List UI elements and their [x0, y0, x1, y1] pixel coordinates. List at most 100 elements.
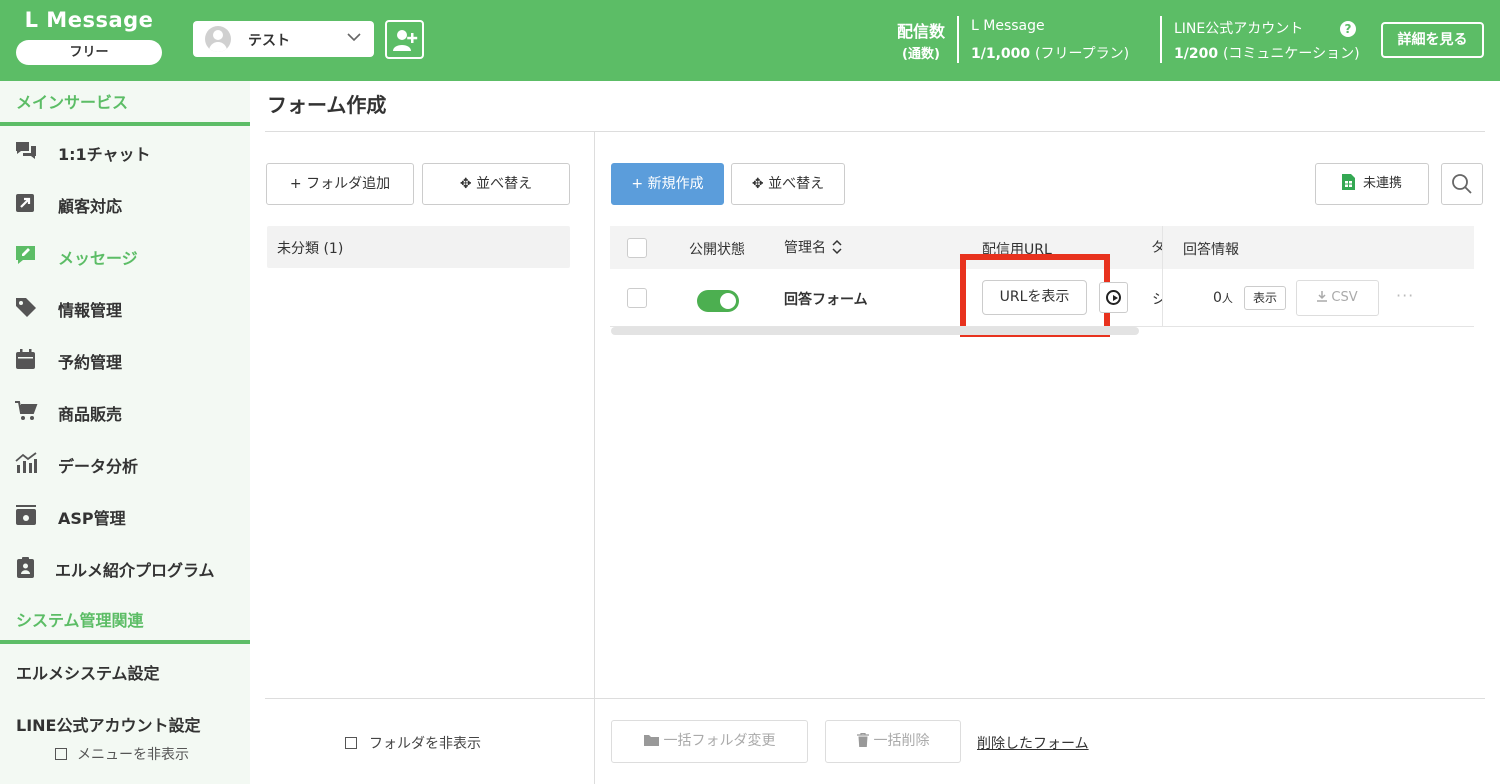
sidebar-item-label: 情報管理 — [58, 301, 123, 320]
sidebar-item-info[interactable]: 情報管理 — [0, 285, 250, 329]
detail-button[interactable]: 詳細を見る — [1381, 22, 1484, 58]
hide-folders-button[interactable]: フォルダを非表示 — [345, 733, 481, 753]
sidebar-item-line-settings[interactable]: LINE公式アカウント設定 — [16, 712, 200, 736]
download-icon — [1317, 291, 1328, 302]
move-icon: ✥ — [751, 176, 769, 192]
sidebar-item-sales[interactable]: 商品販売 — [0, 389, 250, 433]
sidebar-item-customer-support[interactable]: 顧客対応 — [0, 181, 250, 225]
chart-icon — [15, 452, 37, 473]
spreadsheet-link-button[interactable]: 未連携 — [1315, 163, 1429, 205]
bulk-folder-change-button[interactable]: 一括フォルダ変更 — [611, 720, 808, 763]
hide-menu-label: メニューを非表示 — [77, 747, 189, 763]
sidebar-item-label: 商品販売 — [58, 405, 123, 424]
cart-icon — [15, 401, 38, 420]
more-menu-button[interactable]: ··· — [1396, 286, 1414, 305]
horizontal-scrollbar[interactable] — [611, 327, 1139, 335]
sidebar-item-asp[interactable]: ASP管理 — [0, 493, 250, 537]
divider — [265, 131, 1485, 132]
line-usage: 1/200 (コミュニケーション) — [1174, 43, 1360, 63]
line-count: 1/200 — [1174, 46, 1219, 62]
bulk-delete-label: 一括削除 — [873, 733, 930, 749]
deleted-forms-link[interactable]: 削除したフォーム — [977, 733, 1089, 753]
publish-toggle[interactable] — [697, 290, 739, 312]
csv-download-button[interactable]: CSV — [1296, 280, 1379, 316]
page-title: フォーム作成 — [267, 93, 387, 117]
add-user-button[interactable] — [385, 20, 424, 59]
select-all-checkbox[interactable] — [627, 238, 647, 258]
search-button[interactable] — [1441, 163, 1483, 205]
column-header-answers: 回答情報 — [1183, 242, 1239, 258]
sidebar-item-label: メッセージ — [58, 249, 138, 268]
sidebar-item-chat[interactable]: 1:1チャット — [0, 129, 250, 173]
add-folder-button[interactable]: + フォルダ追加 — [266, 163, 414, 205]
new-form-button[interactable]: + 新規作成 — [611, 163, 724, 205]
column-name-label: 管理名 — [784, 240, 826, 256]
divider — [594, 132, 595, 784]
trash-icon — [856, 732, 869, 747]
hide-folders-label: フォルダを非表示 — [369, 736, 481, 752]
sidebar-item-system-settings[interactable]: エルメシステム設定 — [16, 660, 160, 684]
show-answers-button[interactable]: 表示 — [1244, 286, 1286, 310]
sidebar-item-message[interactable]: メッセージ — [0, 233, 250, 277]
chat-icon — [16, 142, 36, 159]
sort-icon — [832, 239, 842, 255]
answer-count-value: 0 — [1213, 290, 1222, 306]
help-icon[interactable]: ? — [1340, 21, 1356, 37]
sort-label: 並べ替え — [476, 176, 533, 192]
sidebar-item-analytics[interactable]: データ分析 — [0, 441, 250, 485]
delivery-count-label: 配信数 — [896, 22, 945, 41]
sidebar-item-label: 1:1チャット — [58, 145, 151, 164]
plan-badge: フリー — [16, 40, 162, 65]
toggle-knob — [720, 293, 736, 309]
calendar-icon — [16, 349, 35, 369]
asp-icon — [16, 505, 36, 525]
spreadsheet-icon — [1341, 174, 1355, 190]
sort-folders-button[interactable]: ✥ 並べ替え — [422, 163, 570, 205]
collapse-icon — [345, 737, 357, 749]
folder-item[interactable]: 未分類 (1) — [267, 226, 570, 268]
preview-button[interactable] — [1099, 282, 1128, 313]
sidebar-item-reservation[interactable]: 予約管理 — [0, 337, 250, 381]
lmessage-label: L Message — [971, 18, 1045, 34]
section-main-services: メインサービス — [16, 93, 129, 112]
move-icon: ✥ — [459, 176, 477, 192]
row-checkbox[interactable] — [627, 288, 647, 308]
sidebar-item-label: エルメ紹介プログラム — [55, 561, 215, 580]
hide-menu-button[interactable]: メニューを非表示 — [55, 744, 189, 764]
folder-label: 未分類 (1) — [277, 241, 344, 257]
section-divider — [0, 122, 250, 126]
spreadsheet-link-label: 未連携 — [1362, 176, 1402, 191]
lmessage-count: 1/1,000 — [971, 46, 1031, 62]
sort-forms-button[interactable]: ✥ 並べ替え — [731, 163, 845, 205]
column-header-clipped: タ — [1151, 240, 1162, 256]
section-divider — [0, 640, 250, 644]
sidebar-item-label: 予約管理 — [58, 353, 123, 372]
sidebar-item-label: ASP管理 — [58, 509, 126, 528]
play-icon — [1106, 290, 1121, 305]
search-icon — [1452, 174, 1472, 194]
answer-count: 0人 — [1213, 290, 1233, 306]
divider — [265, 698, 1485, 699]
line-plan: (コミュニケーション) — [1222, 46, 1360, 62]
sidebar-item-referral[interactable]: エルメ紹介プログラム — [0, 545, 250, 589]
highlight-box — [960, 254, 1110, 337]
sort-label: 並べ替え — [768, 176, 825, 192]
lmessage-plan: (フリープラン) — [1035, 46, 1130, 62]
divider — [1160, 16, 1162, 63]
column-header-name[interactable]: 管理名 — [784, 237, 842, 257]
section-system: システム管理関連 — [16, 611, 144, 630]
message-edit-icon — [16, 246, 35, 264]
account-select[interactable]: テスト — [193, 21, 374, 57]
delivery-count-sublabel: (通数) — [902, 47, 940, 62]
divider — [1162, 226, 1163, 326]
line-account-label: LINE公式アカウント — [1174, 21, 1304, 37]
app-logo[interactable]: L Message — [16, 8, 162, 32]
bulk-folder-label: 一括フォルダ変更 — [663, 733, 776, 749]
tag-icon — [16, 298, 36, 317]
lmessage-usage: 1/1,000 (フリープラン) — [971, 43, 1129, 63]
add-user-icon — [393, 30, 418, 51]
chevron-down-icon — [347, 33, 361, 42]
clipboard-icon — [17, 557, 34, 578]
bulk-delete-button[interactable]: 一括削除 — [825, 720, 961, 763]
form-name[interactable]: 回答フォーム — [784, 289, 868, 309]
